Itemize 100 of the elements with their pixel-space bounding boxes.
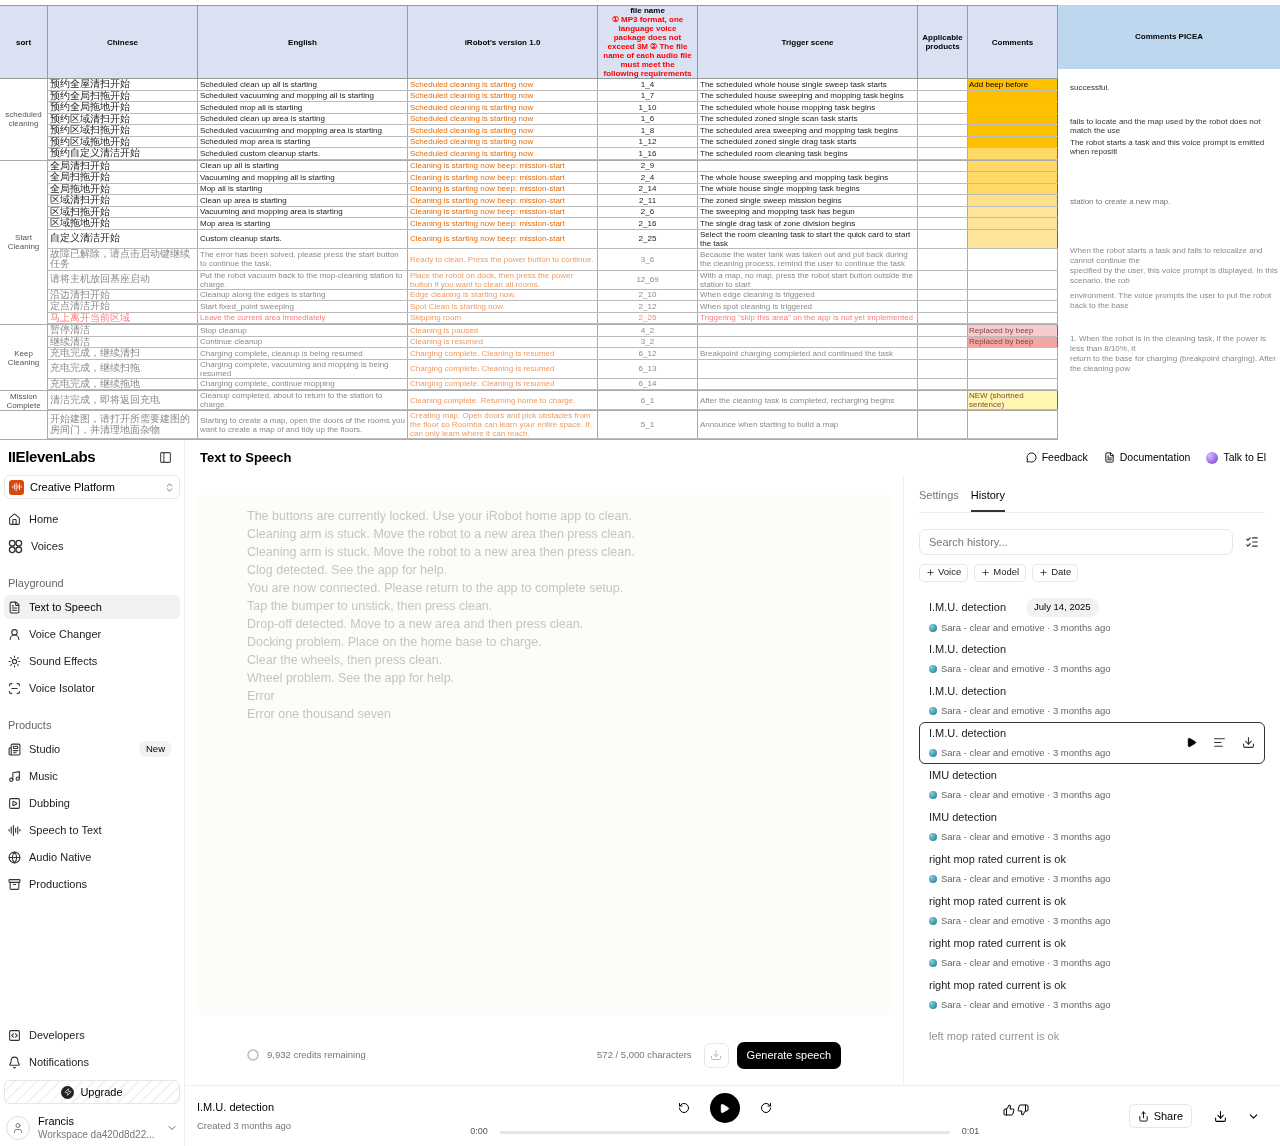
panel-tab[interactable]: Settings [919,487,959,512]
nav-item[interactable]: Sound Effects [4,649,180,673]
table-cell-text: Put the robot vacuum back to the mop-cleaning station to charge. [200,270,404,289]
table-cell: Scheduled mop all is starting [200,102,303,112]
table-cell: Custom cleanup starts. [200,234,282,243]
history-item[interactable]: IMU detection Sara - clear and emotive · 3 months ago [919,805,1265,848]
history-item[interactable]: right mop rated current is ok Sara - clear and emotive · 3 months ago [919,973,1265,1016]
sidebar-toggle-icon[interactable] [159,451,172,464]
nav-item[interactable]: Audio Native [4,845,180,869]
voice-avatar-icon [929,832,937,841]
history-item[interactable]: IMU detection Sara - clear and emotive · 3 months ago [919,763,1265,806]
globe-icon [8,850,21,864]
table-cell: Scheduled mop area is starting [200,137,311,147]
table-cell: The scheduled area sweeping and mopping task begins [700,125,898,135]
table-cell: Edge cleaning is starting now. [410,290,516,300]
filter-chip[interactable]: Model [974,563,1027,582]
document-icon [8,600,21,614]
play-button[interactable] [709,1093,740,1124]
filter-chip[interactable]: Date [1032,563,1079,582]
person-icon [8,627,21,641]
comment-cell: Replaced by beep [968,325,1058,336]
nav-item[interactable]: Music [4,764,180,788]
share-button[interactable]: Share [1128,1104,1192,1128]
table-cell: Scheduled clean up all is starting [200,79,317,89]
nav-item[interactable]: Productions [4,872,180,896]
thumbs-up-icon[interactable] [1002,1104,1015,1116]
nav-item[interactable]: Home [4,507,180,531]
table-cell: Scheduled cleaning is starting now [410,114,534,124]
table-header-cell: Trigger scene [698,6,918,78]
table-cell: Charging complete. Cleaning is resumed [410,348,555,358]
table-cell: Cleaning is paused [410,325,479,335]
nav-item[interactable]: Developers [4,1023,180,1047]
rewind-icon[interactable] [677,1102,690,1115]
filter-list-icon[interactable] [1245,534,1259,549]
table-cell: 继续清洁 [50,336,90,347]
chat-bubble-icon [1025,452,1037,463]
nav-item[interactable]: Voice Changer [4,622,180,646]
table-cell: 预约全屋清扫开始 [50,79,130,90]
table-cell: 3_6 [640,254,655,264]
nav-item[interactable]: Voice Isolator [4,676,180,700]
upgrade-button[interactable]: Upgrade [4,1080,180,1104]
forward-icon[interactable] [759,1102,772,1115]
table-cell: 预约全局拖地开始 [50,102,130,113]
history-meta: Sara - clear and emotive · 3 months ago [941,745,1111,760]
table-cell: 2_10 [638,290,657,300]
plus-icon [981,568,991,577]
bolt-icon [61,1085,75,1099]
history-item[interactable]: I.M.U. detection Sara - clear and emotive · 3 months ago [919,679,1265,722]
voice-avatar-icon [929,1000,937,1009]
thumbs-down-icon[interactable] [1016,1104,1029,1116]
table-cell: 6_12 [638,348,657,358]
section-label: Mission Complete [5,391,42,410]
table-cell: Charging complete. Cleaning is resumed [410,364,555,373]
newspaper-icon [8,742,21,756]
nav-section-title: Playground [7,575,65,591]
lines-icon[interactable] [1213,736,1226,749]
workspace-switcher[interactable]: Creative Platform [4,475,180,499]
nav-item[interactable]: Text to Speech [4,595,180,619]
nav-item[interactable]: Voices [4,534,180,558]
header-button[interactable]: Talk to El [1200,446,1272,469]
filter-chip[interactable]: Voice [919,563,969,582]
play-square-icon [8,796,21,810]
table-header-cell: Comments PICEA [1058,5,1280,69]
nav-item[interactable]: Studio New [4,737,180,761]
user-menu[interactable]: Francis Workspace da420d8d22... [4,1112,180,1144]
download-icon[interactable] [1242,736,1255,749]
table-cell: 1_6 [640,114,655,124]
logo[interactable]: IIElevenLabs [8,446,96,469]
table-cell: Cleaning complete. Returning home to charge. [410,395,576,405]
section-label: scheduled cleaning [4,110,43,129]
voice-avatar-icon [929,664,937,673]
table-cell: Scheduled cleaning is starting now [410,79,534,89]
voice-avatar-icon [929,706,937,715]
history-item[interactable]: I.M.U. detection Sara - clear and emotive · 3 months ago [919,721,1265,764]
table-cell: Scheduled vacuuming and mopping all is starting [200,91,374,101]
nav-item[interactable]: Notifications [4,1050,180,1074]
table-cell: The zoned single sweep mission begins [700,195,842,205]
history-item[interactable]: right mop rated current is ok Sara - clear and emotive · 3 months ago [919,931,1265,974]
header-button[interactable]: Feedback [1019,446,1094,469]
history-item[interactable]: right mop rated current is ok Sara - clear and emotive · 3 months ago [919,847,1265,890]
voice-avatar-icon [929,958,937,967]
nav-item[interactable]: Speech to Text [4,818,180,842]
table-header-cell: English [198,6,408,78]
user-name: Francis [38,1115,76,1128]
history-item[interactable]: I.M.U. detection July 14, 2025 Sara - clear and emotive · 3 months ago [919,595,1265,638]
history-item[interactable]: right mop rated current is ok Sara - clear and emotive · 3 months ago [919,889,1265,932]
history-item[interactable]: I.M.U. detection Sara - clear and emotive · 3 months ago [919,637,1265,680]
download-icon[interactable] [1214,1109,1227,1123]
nav-section-title: Products [7,717,53,733]
header-button[interactable]: Documentation [1097,446,1197,469]
panel-tab[interactable]: History [970,487,1005,512]
table-cell: 区域清扫开始 [50,195,110,206]
search-field[interactable]: Search history... [919,528,1233,555]
table-cell: Ready to clean. Press the power button to continue. [410,254,594,264]
table-cell: Cleaning is starting now beep: mission-start [410,184,565,194]
nav-item[interactable]: Dubbing [4,791,180,815]
table-cell: Clean up area is starting [200,195,287,205]
share-icon [1137,1110,1149,1122]
generate-speech-button[interactable]: Generate speech [736,1041,841,1069]
play-icon[interactable] [1186,737,1197,748]
